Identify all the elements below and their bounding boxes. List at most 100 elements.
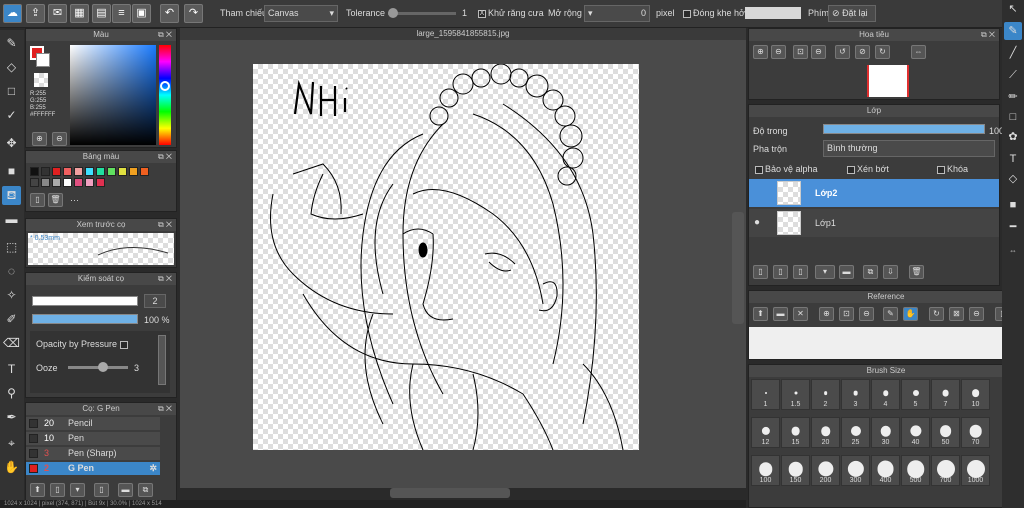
redo-icon[interactable]: ↷ xyxy=(184,4,203,23)
drawing-canvas[interactable] xyxy=(253,63,639,451)
pen-tool-icon[interactable]: ✒ xyxy=(2,408,21,427)
brush-size-value[interactable]: 2 xyxy=(144,294,166,308)
material-icon[interactable]: ▤ xyxy=(92,4,111,23)
layer-menu-icon[interactable]: ▾ xyxy=(815,265,835,279)
fill-color-icon[interactable]: ■ xyxy=(2,162,21,181)
select-eraser-icon[interactable]: ⌫ xyxy=(2,334,21,353)
palette-swatch[interactable] xyxy=(85,167,94,176)
brush-add-icon[interactable]: ⬆ xyxy=(30,483,45,497)
palette-swatch[interactable] xyxy=(30,178,39,187)
palette-new-icon[interactable]: ▯ xyxy=(30,193,45,207)
palette-swatch[interactable] xyxy=(96,178,105,187)
palette-swatch[interactable] xyxy=(63,178,72,187)
palette-swatch[interactable] xyxy=(41,167,50,176)
comment-icon[interactable]: ✉ xyxy=(48,4,67,23)
undo-icon[interactable]: ↶ xyxy=(160,4,179,23)
brush-size-cell[interactable]: 700 xyxy=(931,455,960,486)
brush-tool-icon[interactable]: ✎ xyxy=(2,34,21,53)
opacity-pressure-option[interactable]: Opacity by Pressure xyxy=(36,339,130,349)
brush-size-cell[interactable]: 200 xyxy=(811,455,840,486)
brush-size-cell[interactable]: 10 xyxy=(961,379,990,410)
layer-folder-icon[interactable]: ▬ xyxy=(839,265,854,279)
eye-icon[interactable]: ● xyxy=(754,217,760,228)
brush-size-cell[interactable]: 70 xyxy=(961,417,990,448)
move-tool-icon[interactable]: ✥ xyxy=(2,134,21,153)
export-icon[interactable]: ⇪ xyxy=(26,4,45,23)
expand-input[interactable]: ▾ 0 xyxy=(584,5,650,22)
palette-more[interactable]: ··· xyxy=(70,195,79,205)
hand-tool-icon[interactable]: ✋ xyxy=(2,458,21,477)
brush-size-bar[interactable] xyxy=(32,296,138,306)
brush-size-cell[interactable]: 12 xyxy=(751,417,780,448)
delete-layer-icon[interactable]: 🗑 xyxy=(909,265,924,279)
rotate-reset-icon[interactable]: ⊘ xyxy=(855,45,870,59)
brush-opacity-bar[interactable] xyxy=(32,314,138,324)
layer-opacity-bar[interactable] xyxy=(823,124,985,134)
cloud-icon[interactable]: ☁ xyxy=(3,4,22,23)
lasso-tool-icon[interactable]: ◌ xyxy=(2,262,21,281)
reference-eyedropper-icon[interactable]: ✎ xyxy=(883,307,898,321)
close-gap-checkbox[interactable]: Đóng khe hở xyxy=(683,8,745,18)
brush-size-cell[interactable]: 100 xyxy=(751,455,780,486)
brush-size-cell[interactable]: 500 xyxy=(901,455,930,486)
flip-icon[interactable]: ⇔ xyxy=(911,45,926,59)
palette-swatch[interactable] xyxy=(74,178,83,187)
brush-icon[interactable]: ╱ xyxy=(1004,44,1022,62)
brush-size-cell[interactable]: 150 xyxy=(781,455,810,486)
text-icon[interactable]: T xyxy=(1004,150,1022,168)
zoom-out-alt-icon[interactable]: ⊖ xyxy=(811,45,826,59)
reference-reset-icon[interactable]: ⊖ xyxy=(969,307,984,321)
protect-alpha-option[interactable]: Bảo vệ alpha xyxy=(755,164,818,174)
tolerance-slider-track[interactable] xyxy=(388,12,456,15)
brush-size-cell[interactable]: 1.5 xyxy=(781,379,810,410)
palette-swatch[interactable] xyxy=(52,167,61,176)
shape-tool-icon[interactable]: □ xyxy=(2,82,21,101)
palette-swatch[interactable] xyxy=(140,167,149,176)
antialias-checkbox[interactable]: X Khử răng cưa xyxy=(478,8,544,18)
eyedropper-icon[interactable]: ⌖ xyxy=(2,434,21,453)
panel-close-icon[interactable]: ⧉ ✕ xyxy=(158,219,172,231)
color-pick-icon[interactable]: ⊖ xyxy=(52,132,67,146)
hue-handle[interactable] xyxy=(160,81,170,91)
palette-swatch[interactable] xyxy=(30,167,39,176)
canvas-area[interactable] xyxy=(180,40,746,498)
palette-delete-icon[interactable]: 🗑 xyxy=(48,193,63,207)
color-add-icon[interactable]: ⊕ xyxy=(32,132,47,146)
copy-layer-icon[interactable]: ▯ xyxy=(793,265,808,279)
select-rect-icon[interactable]: ⬚ xyxy=(2,238,21,257)
brush-list-item[interactable]: 20 Pencil xyxy=(26,417,160,430)
brush-size-cell[interactable]: 1000 xyxy=(961,455,990,486)
brush-size-cell[interactable]: 2 xyxy=(811,379,840,410)
panel-close-icon[interactable]: ⧉ ✕ xyxy=(158,29,172,41)
line-icon[interactable]: ⟋ xyxy=(1004,66,1022,84)
palette-swatch[interactable] xyxy=(41,178,50,187)
grid-icon[interactable]: ▦ xyxy=(70,4,89,23)
brush-size-cell[interactable]: 400 xyxy=(871,455,900,486)
reference-fit-icon[interactable]: ⊡ xyxy=(839,307,854,321)
reference-close-icon[interactable]: ✕ xyxy=(793,307,808,321)
lock-option[interactable]: Khóa xyxy=(937,164,968,174)
background-color-swatch[interactable] xyxy=(36,53,50,67)
text-tool-icon[interactable]: T xyxy=(2,360,21,379)
panel-close-icon[interactable]: ⧉ ✕ xyxy=(158,273,172,285)
palette-swatch[interactable] xyxy=(85,178,94,187)
reference-folder-icon[interactable]: ▬ xyxy=(773,307,788,321)
pencil-icon[interactable]: ✏ xyxy=(1004,88,1022,106)
saturation-value-picker[interactable] xyxy=(70,45,156,145)
brush-size-cell[interactable]: 20 xyxy=(811,417,840,448)
eraser-tool-icon[interactable]: ◇ xyxy=(2,58,21,77)
blend-select[interactable]: Bình thường xyxy=(823,140,995,157)
eraser-icon[interactable]: ◇ xyxy=(1004,170,1022,188)
panel-close-icon[interactable]: ⧉ ✕ xyxy=(981,29,995,41)
minus-icon[interactable]: ━ xyxy=(1004,218,1022,236)
new-layer-alt-icon[interactable]: ▯ xyxy=(773,265,788,279)
brush-list-item[interactable]: 2 G Pen ✲ xyxy=(26,462,160,475)
reference-rotate-icon[interactable]: ↻ xyxy=(929,307,944,321)
brush-size-cell[interactable]: 40 xyxy=(901,417,930,448)
brush-size-cell[interactable]: 7 xyxy=(931,379,960,410)
gradient-tool-icon[interactable]: ▬ xyxy=(2,210,21,229)
list-icon[interactable]: ≡ xyxy=(112,4,131,23)
layer-row[interactable]: ● Lớp1 xyxy=(749,209,999,237)
settings-scrollbar[interactable] xyxy=(158,335,166,385)
canvas-horizontal-scrollbar[interactable] xyxy=(390,488,510,498)
